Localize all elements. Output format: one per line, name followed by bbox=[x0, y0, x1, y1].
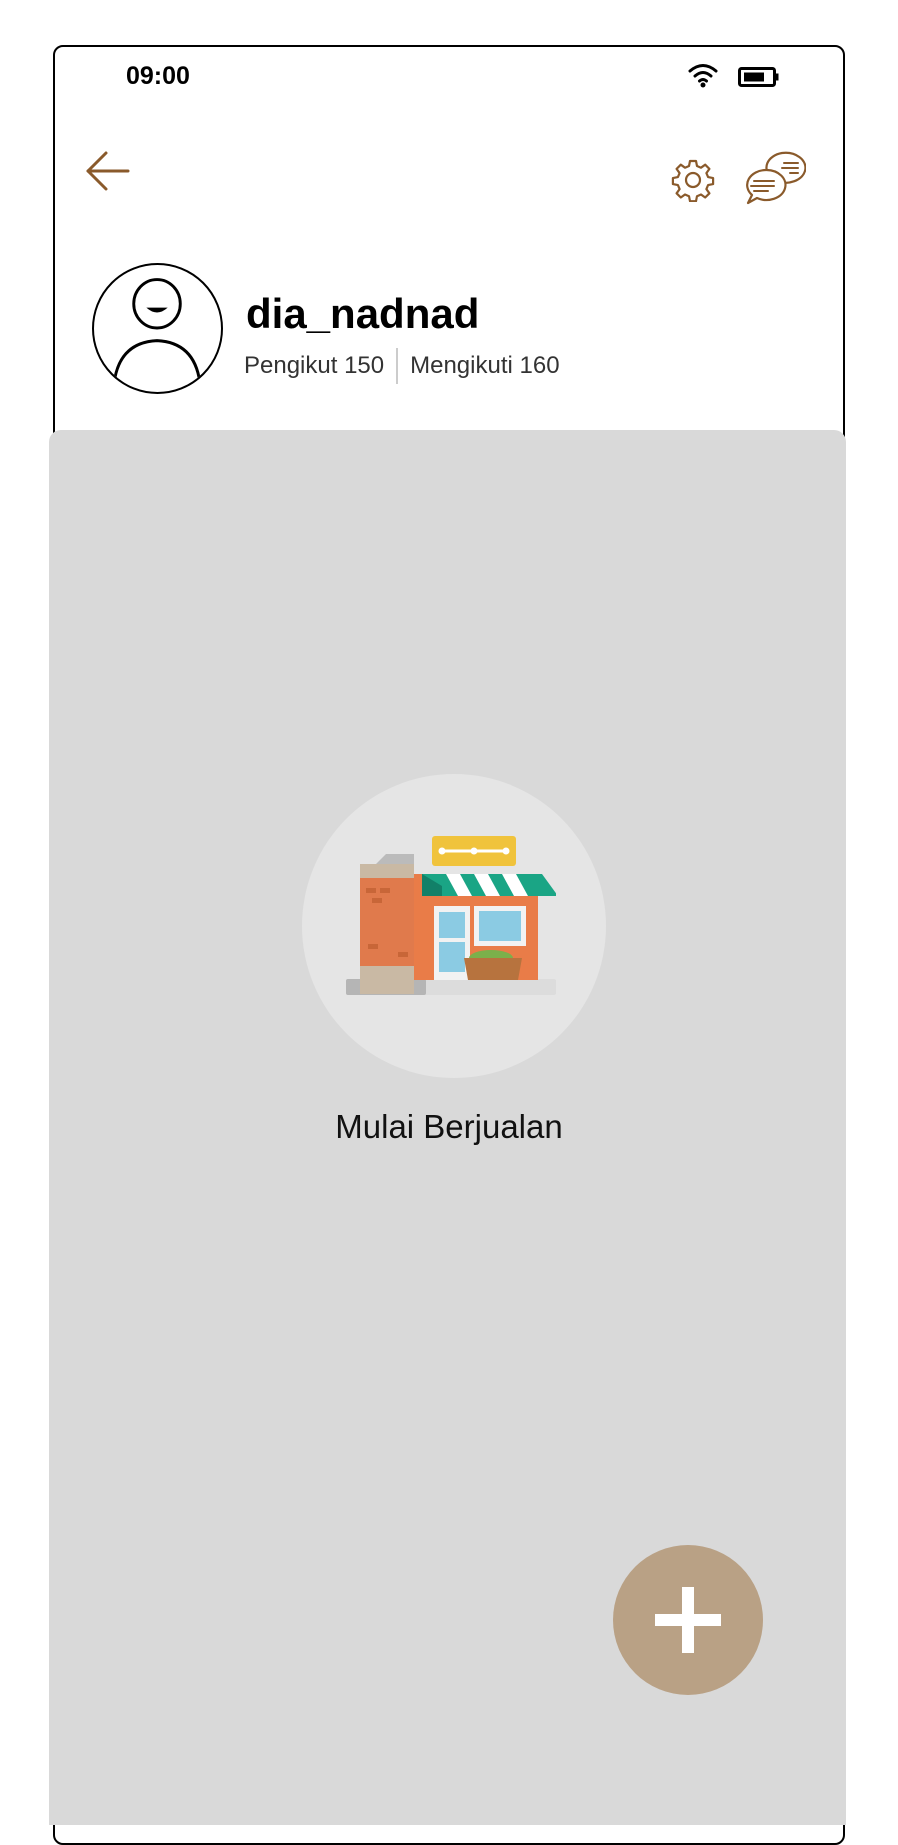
follow-stats: Pengikut 150 Mengikuti 160 bbox=[244, 348, 560, 384]
plus-icon bbox=[655, 1587, 721, 1653]
chat-bubbles-icon[interactable] bbox=[744, 150, 806, 206]
following-count[interactable]: Mengikuti 160 bbox=[410, 352, 559, 380]
add-product-button[interactable] bbox=[613, 1545, 763, 1695]
start-selling-label[interactable]: Mulai Berjualan bbox=[0, 1108, 898, 1146]
status-time: 09:00 bbox=[126, 62, 190, 90]
storefront-illustration bbox=[346, 836, 556, 995]
username: dia_nadnad bbox=[246, 290, 480, 337]
battery-icon bbox=[738, 67, 779, 87]
avatar[interactable] bbox=[92, 263, 223, 394]
wifi-icon bbox=[688, 64, 718, 88]
gear-icon[interactable] bbox=[671, 158, 715, 202]
person-avatar-icon bbox=[111, 278, 203, 392]
back-arrow-icon[interactable] bbox=[84, 150, 130, 192]
followers-count[interactable]: Pengikut 150 bbox=[244, 352, 384, 380]
follow-separator bbox=[396, 348, 399, 384]
